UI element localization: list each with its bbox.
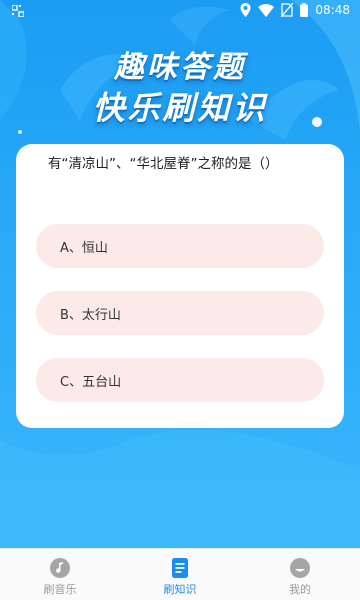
nav-item-music[interactable]: 刷音乐 — [0, 549, 120, 600]
hero-title: 趣味答题 快乐刷知识 — [0, 50, 360, 128]
music-icon — [50, 558, 70, 578]
profile-icon — [290, 558, 310, 578]
hero-line-1: 趣味答题 — [114, 50, 246, 85]
no-sim-icon — [281, 3, 294, 17]
nav-label-music: 刷音乐 — [43, 583, 77, 596]
status-bar: 08:48 — [0, 0, 360, 24]
option-b[interactable]: B、太行山 — [36, 291, 324, 335]
option-c-label: C、五台山 — [60, 374, 122, 390]
book-icon — [172, 558, 188, 578]
clock: 08:48 — [315, 3, 350, 17]
battery-icon — [300, 3, 309, 17]
option-a-label: A、恒山 — [60, 240, 108, 256]
bottom-nav: 刷音乐 刷知识 我的 — [0, 548, 360, 600]
status-icons: 08:48 — [240, 3, 350, 17]
nav-item-knowledge[interactable]: 刷知识 — [120, 549, 240, 600]
nav-label-knowledge: 刷知识 — [163, 583, 197, 596]
option-b-label: B、太行山 — [60, 307, 121, 323]
option-a[interactable]: A、恒山 — [36, 224, 324, 268]
question-text: 有“清凉山”、“华北屋脊”之称的是（） — [48, 156, 279, 172]
qr-icon — [12, 5, 24, 17]
question-card: 有“清凉山”、“华北屋脊”之称的是（） A、恒山 B、太行山 C、五台山 — [16, 144, 344, 428]
location-icon — [240, 3, 251, 17]
wifi-icon — [258, 3, 275, 17]
nav-item-profile[interactable]: 我的 — [240, 549, 360, 600]
hero-line-2: 快乐刷知识 — [92, 89, 268, 127]
option-c[interactable]: C、五台山 — [36, 358, 324, 402]
nav-label-profile: 我的 — [289, 583, 311, 596]
